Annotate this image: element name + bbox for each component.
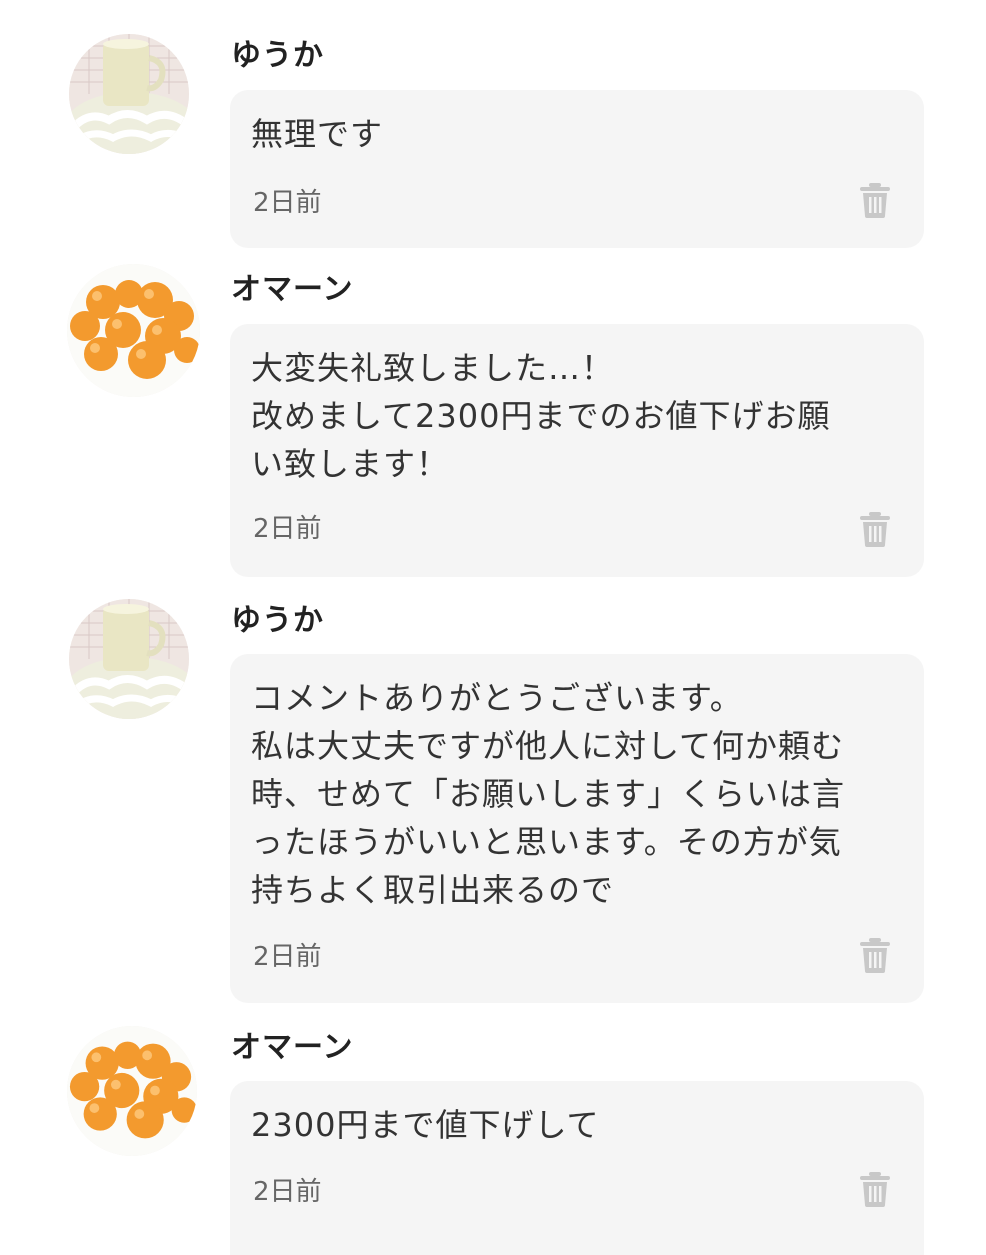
- trash-icon[interactable]: [860, 182, 890, 218]
- comment-bubble: 大変失礼致しました…！ 改めまして2300円までのお値下げお願 い致します！ 2…: [230, 324, 924, 577]
- comment-bubble: 2300円まで値下げして 2日前: [230, 1081, 924, 1255]
- user-avatar-teacup[interactable]: [69, 34, 189, 154]
- username[interactable]: ゆうか: [231, 603, 324, 639]
- comment-bubble: 無理です 2日前: [230, 90, 924, 248]
- timestamp: 2日前: [253, 514, 322, 544]
- comment-text: コメントありがとうございます。 私は大丈夫ですが他人に対して何か頼む 時、せめて…: [251, 679, 846, 909]
- trash-icon[interactable]: [860, 511, 890, 547]
- comment-text: 大変失礼致しました…！ 改めまして2300円までのお値下げお願 い致します！: [251, 349, 831, 483]
- username[interactable]: オマーン: [231, 272, 354, 308]
- user-avatar-oranges[interactable]: [67, 264, 200, 397]
- user-avatar-oranges[interactable]: [67, 1026, 197, 1156]
- timestamp: 2日前: [253, 942, 322, 972]
- timestamp: 2日前: [253, 1177, 322, 1207]
- user-avatar-teacup[interactable]: [69, 599, 189, 719]
- comment-bubble: コメントありがとうございます。 私は大丈夫ですが他人に対して何か頼む 時、せめて…: [230, 654, 924, 1003]
- trash-icon[interactable]: [860, 1171, 890, 1207]
- comment-text: 2300円まで値下げして: [251, 1106, 600, 1144]
- username[interactable]: オマーン: [231, 1030, 354, 1066]
- timestamp: 2日前: [253, 188, 322, 218]
- username[interactable]: ゆうか: [231, 38, 324, 74]
- comment-text: 無理です: [251, 115, 384, 153]
- trash-icon[interactable]: [860, 937, 890, 973]
